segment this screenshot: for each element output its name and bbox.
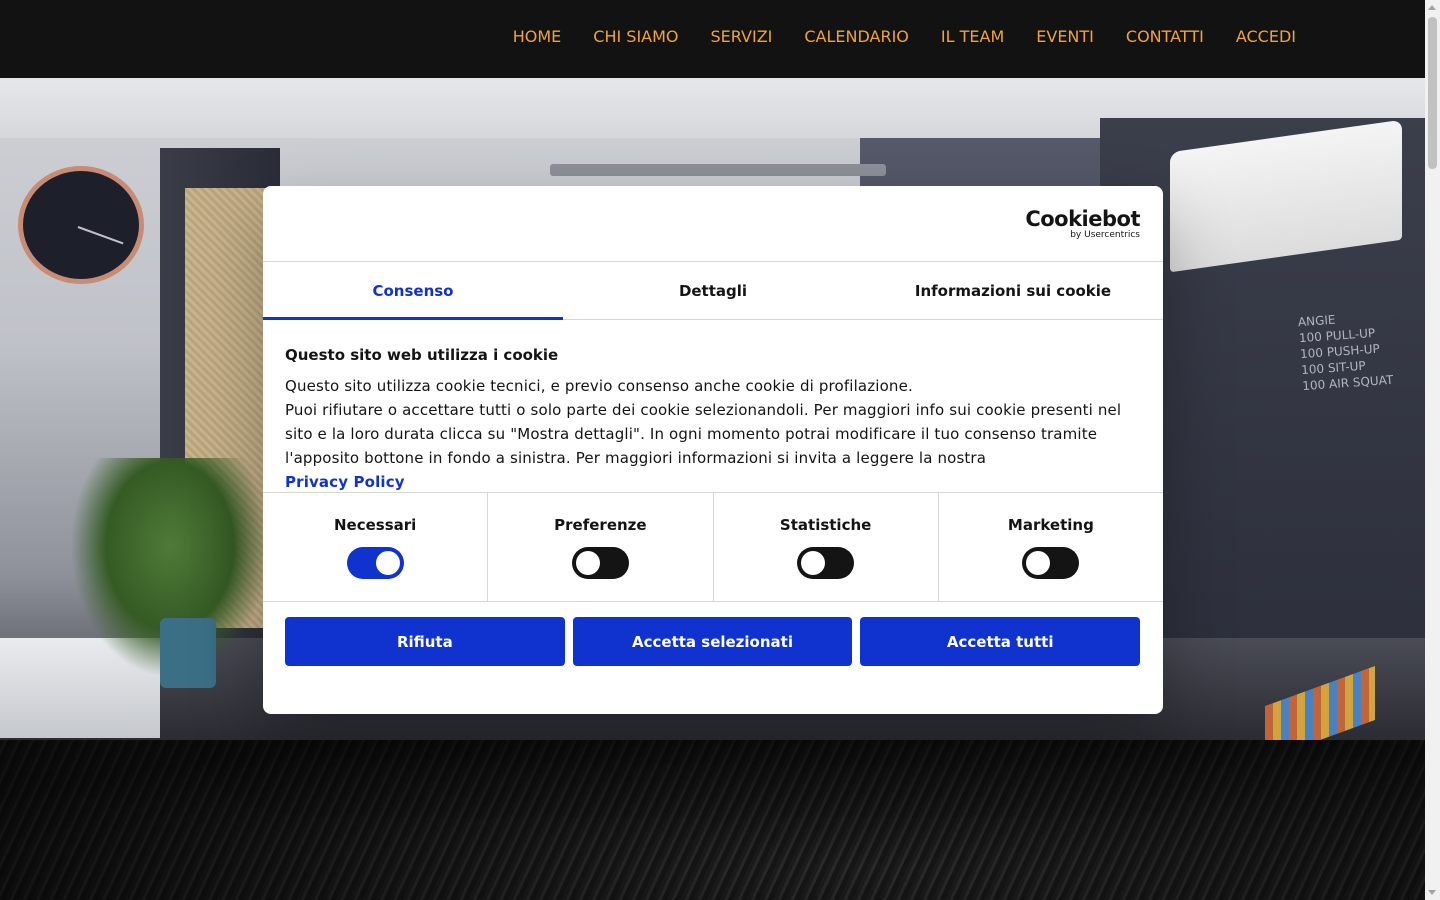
- category-label: Necessari: [333, 516, 417, 534]
- page-scrollbar[interactable]: [1425, 0, 1440, 900]
- category-label: Marketing: [1007, 516, 1094, 534]
- nav-item-accedi[interactable]: ACCEDI: [1236, 27, 1296, 46]
- rifiuta-button[interactable]: Rifiuta: [285, 617, 565, 666]
- nav-item-calendario[interactable]: CALENDARIO: [804, 27, 909, 46]
- consent-actions: Rifiuta Accetta selezionati Accetta tutt…: [263, 602, 1163, 666]
- cookie-consent-dialog: Cookiebot by Usercentrics Consenso Detta…: [263, 186, 1163, 714]
- category-label: Statistiche: [779, 516, 872, 534]
- toggle-knob: [1026, 551, 1051, 575]
- nav-item-il-team[interactable]: IL TEAM: [941, 27, 1004, 46]
- hero-wall-clock: [18, 166, 144, 284]
- category-label: Preferenze: [554, 516, 647, 534]
- category-necessari: Necessari: [263, 493, 489, 601]
- nav-item-contatti[interactable]: CONTATTI: [1126, 27, 1204, 46]
- hero-ceiling-heater: [550, 164, 886, 176]
- top-navigation: HOME CHI SIAMO SERVIZI CALENDARIO IL TEA…: [0, 0, 1425, 78]
- preferenze-toggle[interactable]: [571, 547, 629, 579]
- necessari-toggle[interactable]: [346, 547, 404, 579]
- dialog-header: Cookiebot by Usercentrics: [263, 186, 1163, 262]
- hero-plant-pot: [160, 618, 216, 688]
- nav-item-eventi[interactable]: EVENTI: [1036, 27, 1094, 46]
- statistiche-toggle[interactable]: [797, 547, 855, 579]
- privacy-policy-link[interactable]: Privacy Policy: [285, 473, 405, 491]
- nav-item-chi-siamo[interactable]: CHI SIAMO: [593, 27, 678, 46]
- nav-item-servizi[interactable]: SERVIZI: [711, 27, 773, 46]
- consent-heading: Questo sito web utilizza i cookie: [285, 346, 559, 364]
- consent-tabs: Consenso Dettagli Informazioni sui cooki…: [263, 262, 1163, 320]
- category-marketing: Marketing: [939, 493, 1163, 601]
- nav-menu: HOME CHI SIAMO SERVIZI CALENDARIO IL TEA…: [513, 27, 1296, 46]
- logo-subtitle: by Usercentrics: [1070, 230, 1140, 240]
- logo-brand: Cookiebot: [1025, 207, 1140, 231]
- scroll-up-arrow-icon[interactable]: [1428, 5, 1436, 10]
- scroll-down-arrow-icon[interactable]: [1428, 890, 1436, 895]
- category-preferenze: Preferenze: [488, 493, 714, 601]
- category-statistiche: Statistiche: [714, 493, 939, 601]
- consent-body-line1: Questo sito utilizza cookie tecnici, e p…: [285, 377, 913, 395]
- toggle-knob: [801, 551, 826, 575]
- marketing-toggle[interactable]: [1022, 547, 1080, 579]
- scrollbar-thumb[interactable]: [1428, 17, 1437, 169]
- consent-categories: Necessari Preferenze Statistiche Marketi…: [263, 493, 1163, 602]
- accetta-tutti-button[interactable]: Accetta tutti: [860, 617, 1141, 666]
- tab-dettagli[interactable]: Dettagli: [563, 262, 863, 319]
- consent-content: Questo sito web utilizza i cookie Questo…: [263, 320, 1163, 493]
- tab-informazioni[interactable]: Informazioni sui cookie: [863, 262, 1163, 319]
- toggle-knob: [375, 551, 400, 575]
- toggle-knob: [575, 551, 600, 575]
- accetta-selezionati-button[interactable]: Accetta selezionati: [572, 617, 853, 666]
- tab-consenso[interactable]: Consenso: [263, 262, 563, 320]
- lower-dark-section: [0, 740, 1425, 900]
- consent-body-line2: Puoi rifiutare o accettare tutti o solo …: [285, 398, 1141, 494]
- nav-item-home[interactable]: HOME: [513, 27, 562, 46]
- hero-chalkboard-text: ANGIE 100 PULL-UP 100 PUSH-UP 100 SIT-UP…: [1297, 306, 1422, 394]
- cookiebot-logo: Cookiebot by Usercentrics: [1025, 208, 1140, 240]
- consent-body-text: Puoi rifiutare o accettare tutti o solo …: [285, 401, 1122, 467]
